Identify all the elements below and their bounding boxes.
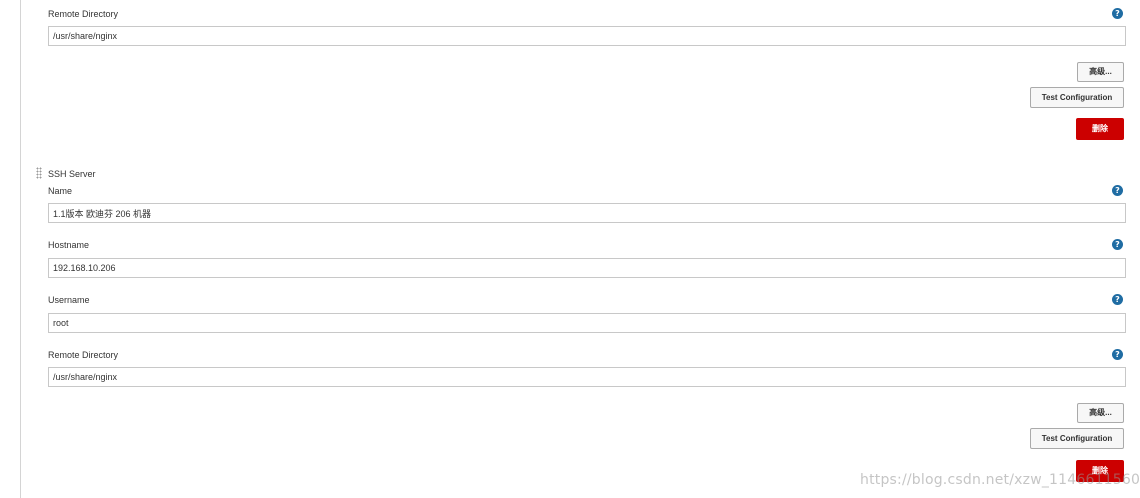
hostname-input[interactable] xyxy=(48,258,1126,278)
test-configuration-button[interactable]: Test Configuration xyxy=(1030,87,1124,108)
remote-directory-input[interactable] xyxy=(48,367,1126,387)
remote-directory-label: Remote Directory xyxy=(48,350,119,360)
hostname-label: Hostname xyxy=(48,240,90,250)
remote-directory-input[interactable] xyxy=(48,26,1126,46)
help-icon[interactable]: ? xyxy=(1112,8,1123,19)
section-title: SSH Server xyxy=(48,169,96,179)
name-label: Name xyxy=(48,186,73,196)
username-input[interactable] xyxy=(48,313,1126,333)
username-label: Username xyxy=(48,295,90,305)
left-divider xyxy=(20,0,21,498)
test-configuration-button[interactable]: Test Configuration xyxy=(1030,428,1124,449)
help-icon[interactable]: ? xyxy=(1112,349,1123,360)
advanced-button[interactable]: 高级... xyxy=(1077,62,1124,82)
help-icon[interactable]: ? xyxy=(1112,294,1123,305)
help-icon[interactable]: ? xyxy=(1112,239,1123,250)
advanced-button[interactable]: 高级... xyxy=(1077,403,1124,423)
help-icon[interactable]: ? xyxy=(1112,185,1123,196)
page: Remote Directory ? 高级... Test Configurat… xyxy=(0,0,1140,498)
delete-button[interactable]: 删除 xyxy=(1076,118,1124,140)
remote-directory-label: Remote Directory xyxy=(48,9,119,19)
name-input[interactable] xyxy=(48,203,1126,223)
drag-handle-icon[interactable] xyxy=(36,167,42,179)
watermark-text: https://blog.csdn.net/xzw_1146611560 xyxy=(860,472,1140,488)
